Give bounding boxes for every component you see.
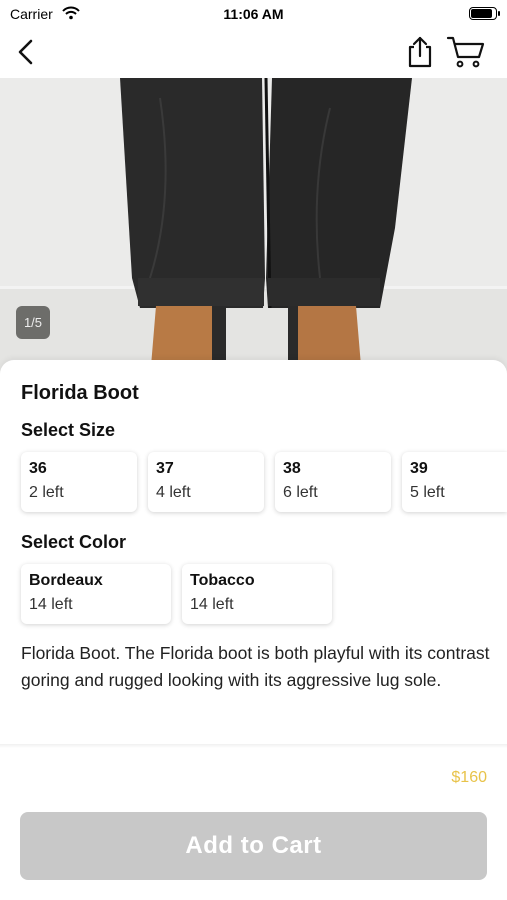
navigation-bar [0,28,507,78]
battery-level [471,9,492,18]
product-price: $160 [451,769,487,786]
size-option-38[interactable]: 38 6 left [275,452,391,512]
size-value: 38 [283,460,301,477]
product-description: Florida Boot. The Florida boot is both p… [21,643,490,690]
select-size-label: Select Size [21,420,116,440]
size-value: 37 [156,460,174,477]
select-color-label: Select Color [21,532,127,552]
status-time: 11:06 AM [223,6,284,22]
share-icon[interactable] [404,35,436,69]
color-name: Bordeaux [29,572,103,589]
image-page-indicator: 1/5 [16,306,50,339]
size-option-39[interactable]: 39 5 left [402,452,507,512]
battery-icon [469,7,500,20]
color-option-tobacco[interactable]: Tobacco 14 left [182,564,332,624]
product-photo [0,78,507,378]
product-title: Florida Boot [21,382,139,404]
size-option-36[interactable]: 36 2 left [21,452,137,512]
color-stock: 14 left [29,596,73,613]
size-stock: 2 left [29,484,64,501]
status-bar: Carrier 11:06 AM [0,0,507,28]
divider [0,744,507,748]
color-option-bordeaux[interactable]: Bordeaux 14 left [21,564,171,624]
size-value: 39 [410,460,428,477]
product-image[interactable]: 1/5 [0,78,507,378]
size-stock: 4 left [156,484,191,501]
chevron-left-icon[interactable] [12,37,42,67]
size-value: 36 [29,460,47,477]
color-name: Tobacco [190,572,255,589]
size-stock: 6 left [283,484,318,501]
color-stock: 14 left [190,596,234,613]
size-stock: 5 left [410,484,445,501]
product-details-sheet: Florida Boot Select Size 36 2 left 37 4 … [0,360,507,900]
size-option-37[interactable]: 37 4 left [148,452,264,512]
cart-icon[interactable] [446,35,486,69]
add-to-cart-button[interactable]: Add to Cart [20,812,487,880]
